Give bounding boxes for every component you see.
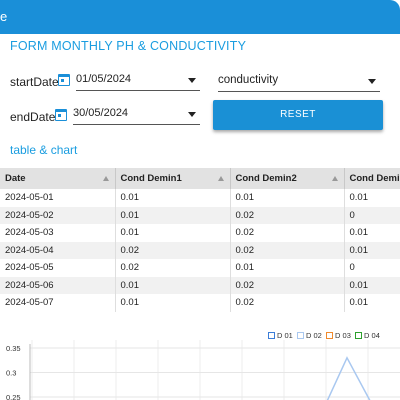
column-header-label: Cond Demi — [349, 173, 400, 184]
data-table: Date Cond Demin1 Cond Demin2 Cond Demi 2… — [0, 168, 400, 312]
table-row[interactable]: 2024-05-01 0.01 0.01 0.01 — [0, 189, 400, 207]
table-cell: 0.01 — [344, 224, 400, 242]
table-cell: 2024-05-03 — [0, 224, 116, 242]
table-cell: 2024-05-05 — [0, 259, 116, 277]
table-header-row: Date Cond Demin1 Cond Demin2 Cond Demi — [0, 168, 400, 189]
column-header-label: Cond Demin2 — [235, 173, 297, 184]
y-tick-label: 0.35 — [6, 344, 21, 353]
table-cell: 0.01 — [115, 206, 231, 224]
end-date-label: endDate — [10, 110, 56, 124]
table-cell: 0 — [344, 259, 400, 277]
start-date-label: startDate — [10, 75, 59, 89]
legend-label: D 01 — [277, 331, 293, 340]
table-cell: 2024-05-07 — [0, 294, 116, 312]
table-cell: 0.02 — [230, 294, 345, 312]
chart-legend: D 01 D 02 D 03 D 04 — [268, 331, 380, 340]
table-row[interactable]: 2024-05-05 0.02 0.01 0 — [0, 259, 400, 277]
column-header-date[interactable]: Date — [0, 168, 116, 189]
legend-swatch — [268, 332, 275, 339]
y-tick-label: 0.3 — [6, 369, 16, 378]
sort-icon[interactable] — [331, 176, 338, 181]
table-row[interactable]: 2024-05-07 0.01 0.02 0.01 — [0, 294, 400, 312]
table-cell: 2024-05-04 — [0, 241, 116, 259]
calendar-icon[interactable] — [58, 74, 70, 86]
column-header-cond-demin2[interactable]: Cond Demin2 — [230, 168, 345, 189]
table-cell: 0.02 — [230, 206, 345, 224]
metric-select-value: conductivity — [218, 74, 279, 86]
metric-select[interactable]: conductivity — [218, 70, 380, 92]
sort-icon[interactable] — [217, 176, 224, 181]
table-cell: 0.01 — [115, 276, 231, 294]
table-cell: 0.01 — [115, 189, 231, 207]
column-header-label: Cond Demin1 — [120, 173, 182, 184]
chevron-down-icon[interactable] — [368, 79, 376, 84]
reset-button[interactable]: RESET — [213, 100, 383, 130]
table-row[interactable]: 2024-05-04 0.02 0.02 0.01 — [0, 241, 400, 259]
column-header-label: Date — [5, 173, 26, 184]
form-title: FORM MONTHLY PH & CONDUCTIVITY — [10, 39, 247, 53]
legend-item-d03[interactable]: D 03 — [326, 331, 351, 340]
table-cell: 0.02 — [230, 241, 345, 259]
column-header-cond-demin1[interactable]: Cond Demin1 — [115, 168, 231, 189]
start-date-input[interactable]: 01/05/2024 — [76, 69, 200, 91]
title-bar: e — [0, 0, 400, 34]
end-date-value: 30/05/2024 — [73, 107, 129, 119]
table-row[interactable]: 2024-05-02 0.01 0.02 0 — [0, 206, 400, 224]
legend-item-d04[interactable]: D 04 — [355, 331, 380, 340]
table-cell: 0.02 — [230, 276, 345, 294]
table-cell: 0.01 — [115, 224, 231, 242]
table-cell: 0.01 — [230, 189, 345, 207]
table-row[interactable]: 2024-05-06 0.01 0.02 0.01 — [0, 276, 400, 294]
chevron-down-icon[interactable] — [188, 78, 196, 83]
table-cell: 0.01 — [344, 189, 400, 207]
calendar-icon[interactable] — [55, 109, 67, 121]
legend-label: D 04 — [364, 331, 380, 340]
section-title: table & chart — [10, 143, 78, 157]
start-date-value: 01/05/2024 — [76, 73, 132, 85]
series-line-d02 — [326, 356, 371, 400]
table-cell: 0.02 — [115, 259, 231, 277]
table-cell: 2024-05-01 — [0, 189, 116, 207]
legend-swatch — [326, 332, 334, 339]
table-cell: 2024-05-06 — [0, 276, 116, 294]
conductivity-chart: 0.35 0.3 0.25 — [6, 340, 400, 400]
table-cell: 0.01 — [115, 294, 231, 312]
table-cell: 0.01 — [344, 276, 400, 294]
table-cell: 0.01 — [344, 241, 400, 259]
end-date-input[interactable]: 30/05/2024 — [73, 103, 200, 125]
table-cell: 2024-05-02 — [0, 206, 116, 224]
legend-item-d02[interactable]: D 02 — [297, 331, 322, 340]
legend-swatch — [355, 332, 363, 339]
sort-icon[interactable] — [102, 176, 109, 181]
y-tick-label: 0.25 — [6, 393, 21, 400]
table-cell: 0 — [344, 206, 400, 224]
table-cell: 0.02 — [230, 224, 345, 242]
table-cell: 0.01 — [344, 294, 400, 312]
legend-item-d01[interactable]: D 01 — [268, 331, 293, 340]
chevron-down-icon[interactable] — [188, 112, 196, 117]
legend-swatch — [297, 332, 305, 339]
table-cell: 0.02 — [115, 241, 231, 259]
legend-label: D 03 — [335, 331, 351, 340]
table-cell: 0.01 — [230, 259, 345, 277]
legend-label: D 02 — [306, 331, 322, 340]
column-header-cond-demin3[interactable]: Cond Demi — [344, 168, 400, 189]
window-title: e — [0, 9, 8, 24]
table-row[interactable]: 2024-05-03 0.01 0.02 0.01 — [0, 224, 400, 242]
